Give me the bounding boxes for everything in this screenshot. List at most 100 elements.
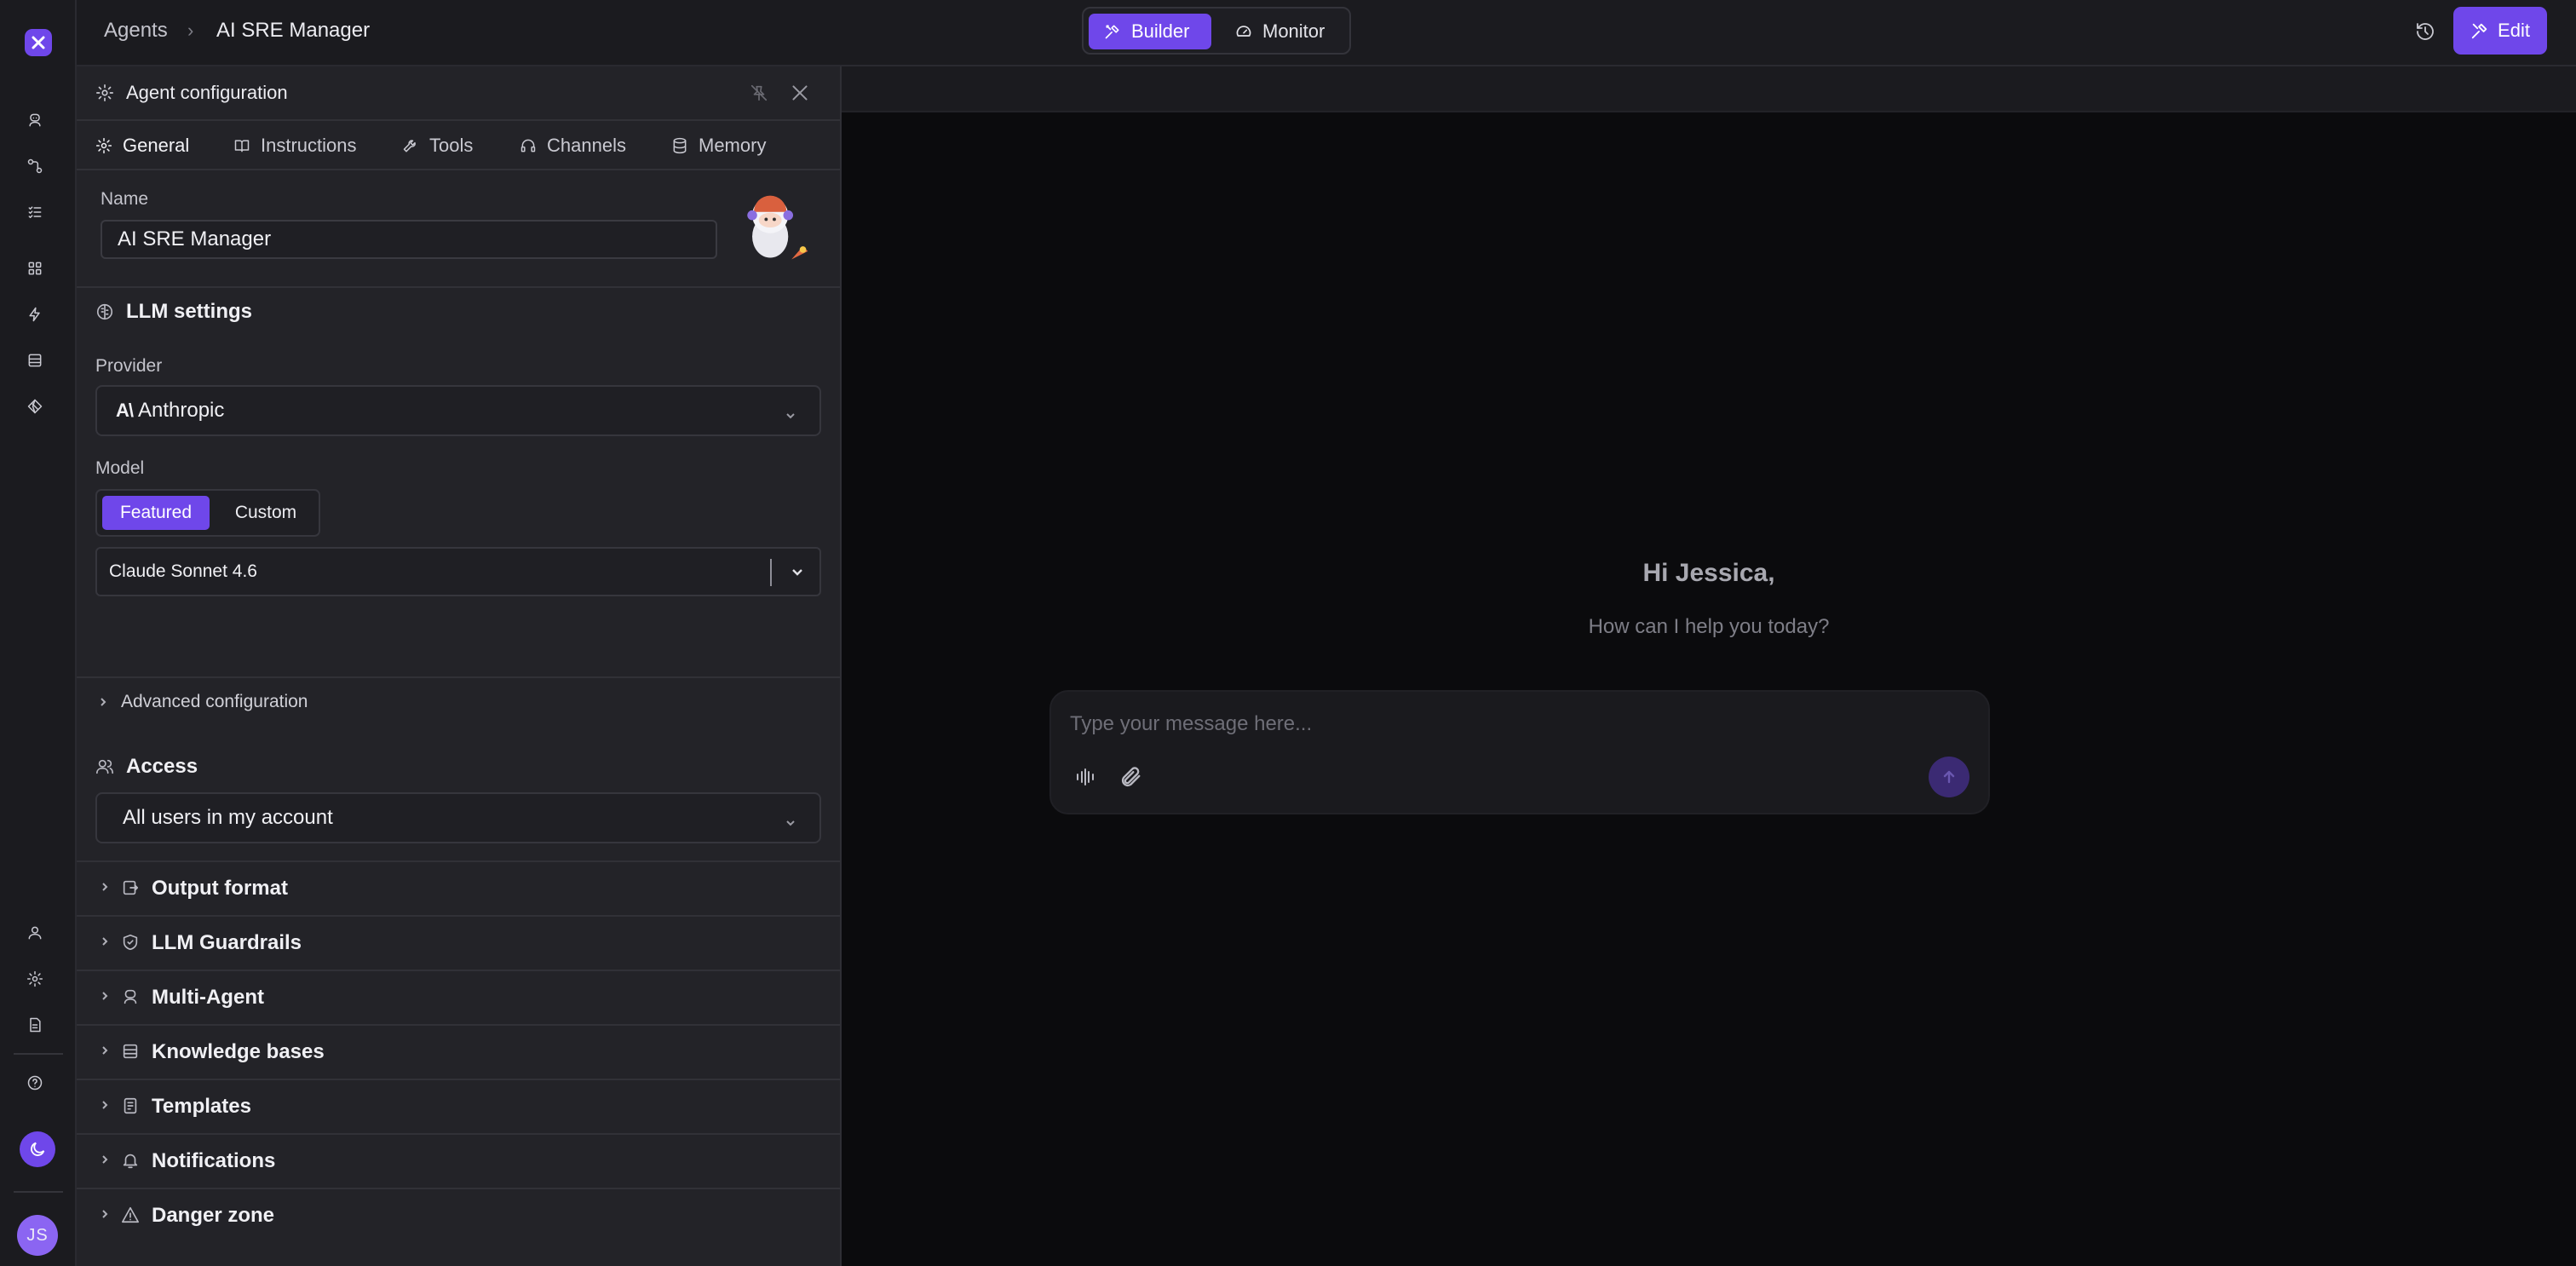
bell-icon	[121, 1151, 140, 1174]
mode-switch: Builder Monitor	[1082, 7, 1351, 55]
chevron-right-icon	[99, 881, 111, 897]
breadcrumb-agents[interactable]: Agents	[104, 17, 168, 44]
name-label: Name	[101, 189, 149, 209]
template-icon	[121, 1096, 140, 1119]
tab-tools[interactable]: Tools	[402, 135, 473, 157]
close-icon[interactable]	[789, 82, 811, 108]
panel-title: Agent configuration	[126, 82, 288, 103]
app-logo-icon[interactable]	[25, 29, 52, 56]
book-icon	[234, 140, 250, 152]
agent-name-field[interactable]	[101, 220, 717, 259]
send-button[interactable]	[1929, 757, 1969, 797]
provider-select[interactable]: A\ Anthropic	[95, 385, 821, 436]
wrench-icon	[403, 140, 416, 152]
apps-icon[interactable]	[25, 258, 45, 279]
arrow-up-icon	[1943, 770, 1955, 784]
access-select[interactable]: All users in my account	[95, 792, 821, 843]
section-divider	[77, 676, 840, 678]
integrations-icon[interactable]	[25, 396, 45, 417]
chevron-right-icon	[99, 1208, 111, 1224]
breadcrumb-separator: ›	[187, 20, 194, 41]
chat-subtitle: How can I help you today?	[1588, 615, 1830, 638]
chat-greeting: Hi Jessica,	[1642, 559, 1775, 587]
settings-icon[interactable]	[25, 969, 45, 989]
danger-zone-row[interactable]: Danger zone	[77, 1189, 840, 1242]
llm-settings-heading: LLM settings	[95, 300, 252, 324]
chevron-right-icon	[99, 1044, 111, 1061]
shield-icon	[121, 933, 140, 956]
model-select[interactable]: Claude Sonnet 4.6	[95, 547, 821, 596]
gear-icon	[95, 83, 114, 106]
theme-toggle-icon[interactable]	[20, 1131, 55, 1167]
brain-icon	[96, 303, 113, 320]
chevron-right-icon	[101, 698, 106, 706]
builder-button[interactable]: Builder	[1089, 14, 1211, 49]
voice-input-icon[interactable]	[1073, 765, 1097, 793]
gear-icon	[95, 137, 112, 154]
tab-memory[interactable]: Memory	[671, 135, 766, 157]
chevron-right-icon	[99, 1154, 111, 1170]
chevron-right-icon	[99, 1099, 111, 1115]
model-label: Model	[95, 458, 145, 478]
tasks-icon[interactable]	[25, 202, 45, 222]
tab-instructions[interactable]: Instructions	[233, 135, 357, 157]
output-format-row[interactable]: Output format	[77, 862, 840, 915]
multi-agent-row[interactable]: Multi-Agent	[77, 971, 840, 1024]
tab-channels[interactable]: Channels	[520, 135, 626, 157]
tools-icon	[2471, 23, 2487, 39]
breadcrumb-current: AI SRE Manager	[216, 19, 371, 42]
model-mode-toggle: Featured Custom	[95, 489, 320, 537]
advanced-configuration-toggle[interactable]: Advanced configuration	[97, 692, 308, 712]
anthropic-logo-icon: A\	[116, 400, 134, 421]
database-icon	[121, 1042, 140, 1065]
templates-row[interactable]: Templates	[77, 1080, 840, 1133]
database-icon	[673, 137, 687, 154]
agent-configuration-panel: Agent configuration General Instructions…	[77, 66, 842, 1266]
chevron-down-icon	[784, 405, 797, 429]
chevron-down-icon[interactable]	[789, 564, 806, 586]
user-icon[interactable]	[25, 923, 45, 943]
user-avatar[interactable]: JS	[17, 1215, 58, 1256]
chevron-right-icon	[99, 990, 111, 1006]
help-icon[interactable]	[25, 1073, 45, 1093]
custom-button[interactable]: Custom	[216, 496, 315, 530]
select-separator	[770, 559, 772, 586]
chevron-down-icon	[784, 812, 797, 836]
agent-avatar-image[interactable]	[733, 187, 814, 269]
tools-icon	[1105, 25, 1119, 39]
history-icon[interactable]	[2411, 17, 2440, 46]
provider-label: Provider	[95, 356, 163, 376]
knowledge-bases-row[interactable]: Knowledge bases	[77, 1026, 840, 1079]
section-divider	[77, 286, 840, 288]
warning-icon	[121, 1206, 140, 1229]
message-composer	[1049, 690, 1990, 814]
featured-button[interactable]: Featured	[102, 496, 210, 530]
workflows-icon[interactable]	[25, 156, 45, 176]
datastore-icon[interactable]	[25, 350, 45, 371]
users-icon	[96, 759, 113, 774]
top-bar: Agents › AI SRE Manager Builder Monitor …	[77, 0, 2576, 66]
chat-toolbar	[842, 66, 2576, 112]
pin-icon[interactable]	[750, 83, 768, 106]
export-icon	[121, 878, 140, 901]
agents-icon[interactable]	[25, 110, 45, 130]
edit-button[interactable]: Edit	[2453, 7, 2547, 55]
actions-icon[interactable]	[25, 304, 45, 325]
gauge-icon	[1236, 26, 1251, 37]
config-tabs: General Instructions Tools Channels Memo…	[77, 123, 840, 170]
left-rail: JS	[0, 0, 77, 1266]
access-heading: Access	[95, 755, 198, 779]
notifications-row[interactable]: Notifications	[77, 1135, 840, 1188]
rail-divider	[14, 1191, 63, 1193]
attachment-icon[interactable]	[1119, 765, 1143, 793]
llm-guardrails-row[interactable]: LLM Guardrails	[77, 917, 840, 970]
message-input[interactable]	[1070, 707, 1922, 741]
monitor-button[interactable]: Monitor	[1220, 14, 1346, 49]
agents-icon	[121, 987, 140, 1010]
chevron-right-icon	[99, 935, 111, 952]
tab-general[interactable]: General	[95, 135, 189, 157]
rail-divider	[14, 1053, 63, 1055]
docs-icon[interactable]	[25, 1015, 45, 1035]
panel-header: Agent configuration	[77, 66, 840, 121]
headset-icon	[520, 139, 536, 152]
